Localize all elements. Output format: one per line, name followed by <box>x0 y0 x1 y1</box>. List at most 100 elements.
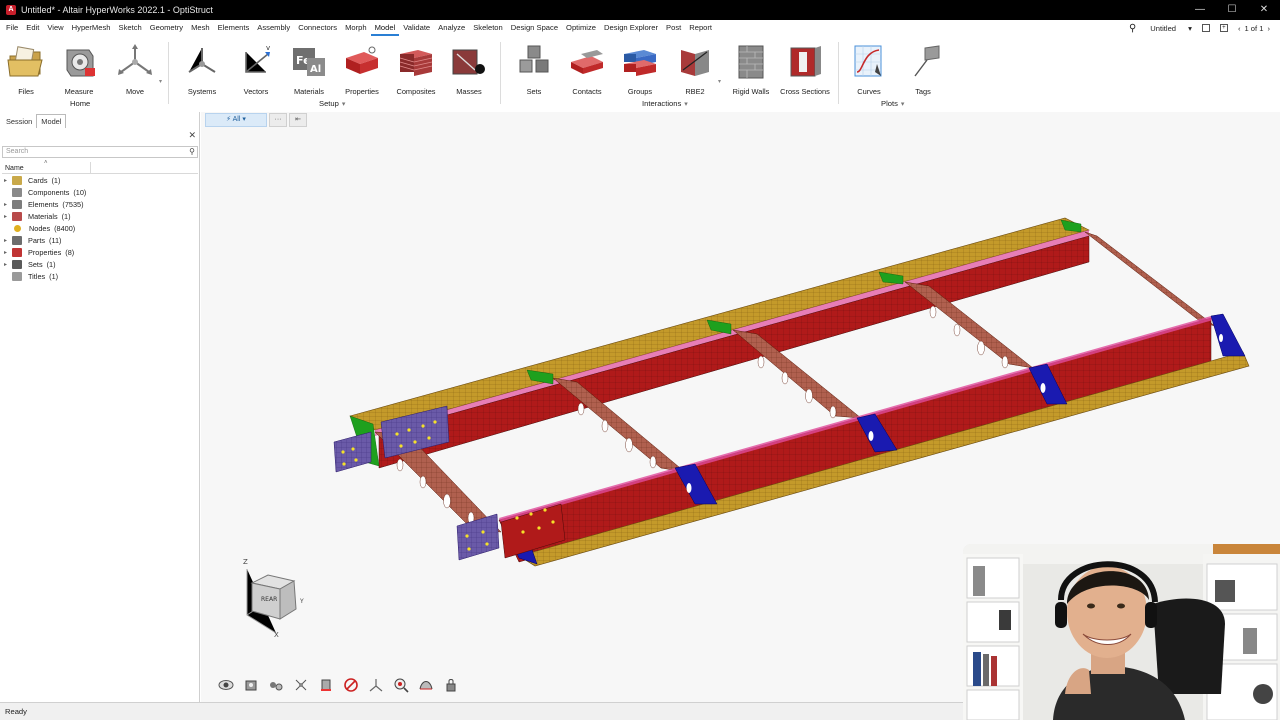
menu-design-space[interactable]: Design Space <box>507 20 562 36</box>
expand-arrow-icon[interactable]: ▸ <box>4 201 12 208</box>
vectors-tool[interactable]: v Vectors <box>226 42 286 96</box>
interactions-group-text: Interactions <box>642 99 682 108</box>
sets-tool[interactable]: Sets <box>504 42 564 96</box>
session-name: Untitled <box>1150 23 1177 33</box>
tree-item-parts[interactable]: ▸ Parts (11) <box>4 234 198 246</box>
show-all-icon[interactable] <box>268 677 284 693</box>
tab-session[interactable]: Session <box>2 115 36 128</box>
close-button[interactable]: ✕ <box>1248 0 1280 20</box>
page-add-icon[interactable]: + <box>1219 24 1228 32</box>
files-tool[interactable]: Files <box>0 42 56 96</box>
home-group-more-icon[interactable]: ▾ <box>159 78 162 85</box>
menu-view[interactable]: View <box>43 20 67 36</box>
tree-item-nodes[interactable]: Nodes (8400) <box>4 222 198 234</box>
menu-assembly[interactable]: Assembly <box>253 20 294 36</box>
menu-mesh[interactable]: Mesh <box>187 20 214 36</box>
properties-tool[interactable]: Properties <box>332 42 392 96</box>
selection-filter-dropdown[interactable]: ⚡ All ▾ <box>205 113 267 127</box>
mask-icon[interactable] <box>293 677 309 693</box>
title-bar: A Untitled* - Altair HyperWorks 2022.1 -… <box>0 0 1280 20</box>
page-icon[interactable] <box>1201 24 1210 32</box>
tree-item-label: Titles <box>28 271 46 281</box>
cards-icon <box>12 175 22 185</box>
session-dropdown[interactable]: Untitled ▾ <box>1150 24 1192 33</box>
lock-icon[interactable] <box>443 677 459 693</box>
menu-sketch[interactable]: Sketch <box>115 20 146 36</box>
expand-arrow-icon[interactable]: ▸ <box>4 177 12 184</box>
rigid-walls-tool[interactable]: Rigid Walls <box>721 42 781 96</box>
page-next-icon[interactable]: › <box>1267 24 1270 33</box>
contacts-tool[interactable]: Contacts <box>557 42 617 96</box>
close-icon[interactable]: ✕ <box>188 130 196 141</box>
tree-item-sets[interactable]: ▸ Sets (1) <box>4 258 198 270</box>
plots-group-text: Plots <box>881 99 898 108</box>
column-header[interactable]: ˄ Name <box>2 160 198 174</box>
systems-tool[interactable]: Systems <box>172 42 232 96</box>
interactions-group-label[interactable]: Interactions ▾ <box>642 99 688 108</box>
plots-group-label[interactable]: Plots ▾ <box>881 99 904 108</box>
search-icon[interactable]: ⚲ <box>189 147 195 156</box>
move-tool[interactable]: Move <box>105 42 165 96</box>
visibility-eye-icon[interactable] <box>218 677 234 693</box>
expand-arrow-icon[interactable]: ▸ <box>4 249 12 256</box>
menu-design-explorer[interactable]: Design Explorer <box>600 20 662 36</box>
minimize-button[interactable]: — <box>1184 0 1216 20</box>
systems-label: Systems <box>187 87 217 96</box>
expand-arrow-icon[interactable]: ▸ <box>4 261 12 268</box>
expand-arrow-icon[interactable]: ▸ <box>4 213 12 220</box>
view-cube[interactable]: REAR <box>250 574 297 620</box>
composites-tool[interactable]: Composites <box>386 42 446 96</box>
menu-file[interactable]: File <box>2 20 22 36</box>
expand-arrow-icon[interactable]: ▸ <box>4 237 12 244</box>
menu-morph[interactable]: Morph <box>341 20 371 36</box>
cross-sections-tool[interactable]: Cross Sections <box>775 42 835 96</box>
collapse-toolbar-icon[interactable]: ⇤ <box>289 113 307 127</box>
axis-icon[interactable] <box>368 677 384 693</box>
menu-edit[interactable]: Edit <box>22 20 43 36</box>
column-divider[interactable] <box>90 162 91 174</box>
tab-model[interactable]: Model <box>36 114 67 128</box>
masses-tool[interactable]: Masses <box>439 42 499 96</box>
entity-tree: ▸ Cards (1) Components (10) ▸ Elements (7535) ▸ M… <box>4 174 198 282</box>
rbe2-tool[interactable]: RBE2 <box>665 42 725 96</box>
menu-report[interactable]: Report <box>685 20 716 36</box>
no-entry-icon[interactable] <box>343 677 359 693</box>
component-color-icon[interactable] <box>318 677 334 693</box>
menu-post[interactable]: Post <box>662 20 685 36</box>
tags-tool[interactable]: Tags <box>893 42 953 96</box>
groups-tool[interactable]: Groups <box>610 42 670 96</box>
more-options-button[interactable]: ··· <box>269 113 287 127</box>
menu-model[interactable]: Model <box>370 20 400 36</box>
menu-analyze[interactable]: Analyze <box>434 20 469 36</box>
menu-validate[interactable]: Validate <box>399 20 434 36</box>
tree-item-titles[interactable]: Titles (1) <box>4 270 198 282</box>
tree-item-components[interactable]: Components (10) <box>4 186 198 198</box>
setup-group-label[interactable]: Setup ▾ <box>319 99 345 108</box>
tree-item-materials[interactable]: ▸ Materials (1) <box>4 210 198 222</box>
menu-geometry[interactable]: Geometry <box>146 20 187 36</box>
page-prev-icon[interactable]: ‹ <box>1238 24 1241 33</box>
webcam-overlay-image <box>963 544 1280 720</box>
zoom-icon[interactable] <box>393 677 409 693</box>
tree-item-properties[interactable]: ▸ Properties (8) <box>4 246 198 258</box>
menu-optimize[interactable]: Optimize <box>562 20 600 36</box>
tree-item-elements[interactable]: ▸ Elements (7535) <box>4 198 198 210</box>
menu-elements[interactable]: Elements <box>214 20 254 36</box>
curves-tool[interactable]: Curves <box>839 42 899 96</box>
search-icon[interactable]: ⚲ <box>1129 23 1136 34</box>
materials-tool[interactable]: Fe Al Materials <box>279 42 339 96</box>
sets-icon <box>12 259 22 269</box>
view-cube-triad[interactable]: Z X Y REAR <box>238 555 318 640</box>
groups-label: Groups <box>627 87 653 96</box>
properties-icon <box>346 46 378 74</box>
tree-item-cards[interactable]: ▸ Cards (1) <box>4 174 198 186</box>
maximize-button[interactable]: ☐ <box>1216 0 1248 20</box>
home-group-label: Home <box>70 99 90 108</box>
menu-hypermesh[interactable]: HyperMesh <box>68 20 115 36</box>
search-input[interactable]: Search ⚲ <box>2 146 198 158</box>
menu-connectors[interactable]: Connectors <box>294 20 341 36</box>
menu-skeleton[interactable]: Skeleton <box>469 20 507 36</box>
measure-tool[interactable]: Measure <box>49 42 109 96</box>
section-cut-icon[interactable] <box>418 677 434 693</box>
isolate-icon[interactable] <box>243 677 259 693</box>
